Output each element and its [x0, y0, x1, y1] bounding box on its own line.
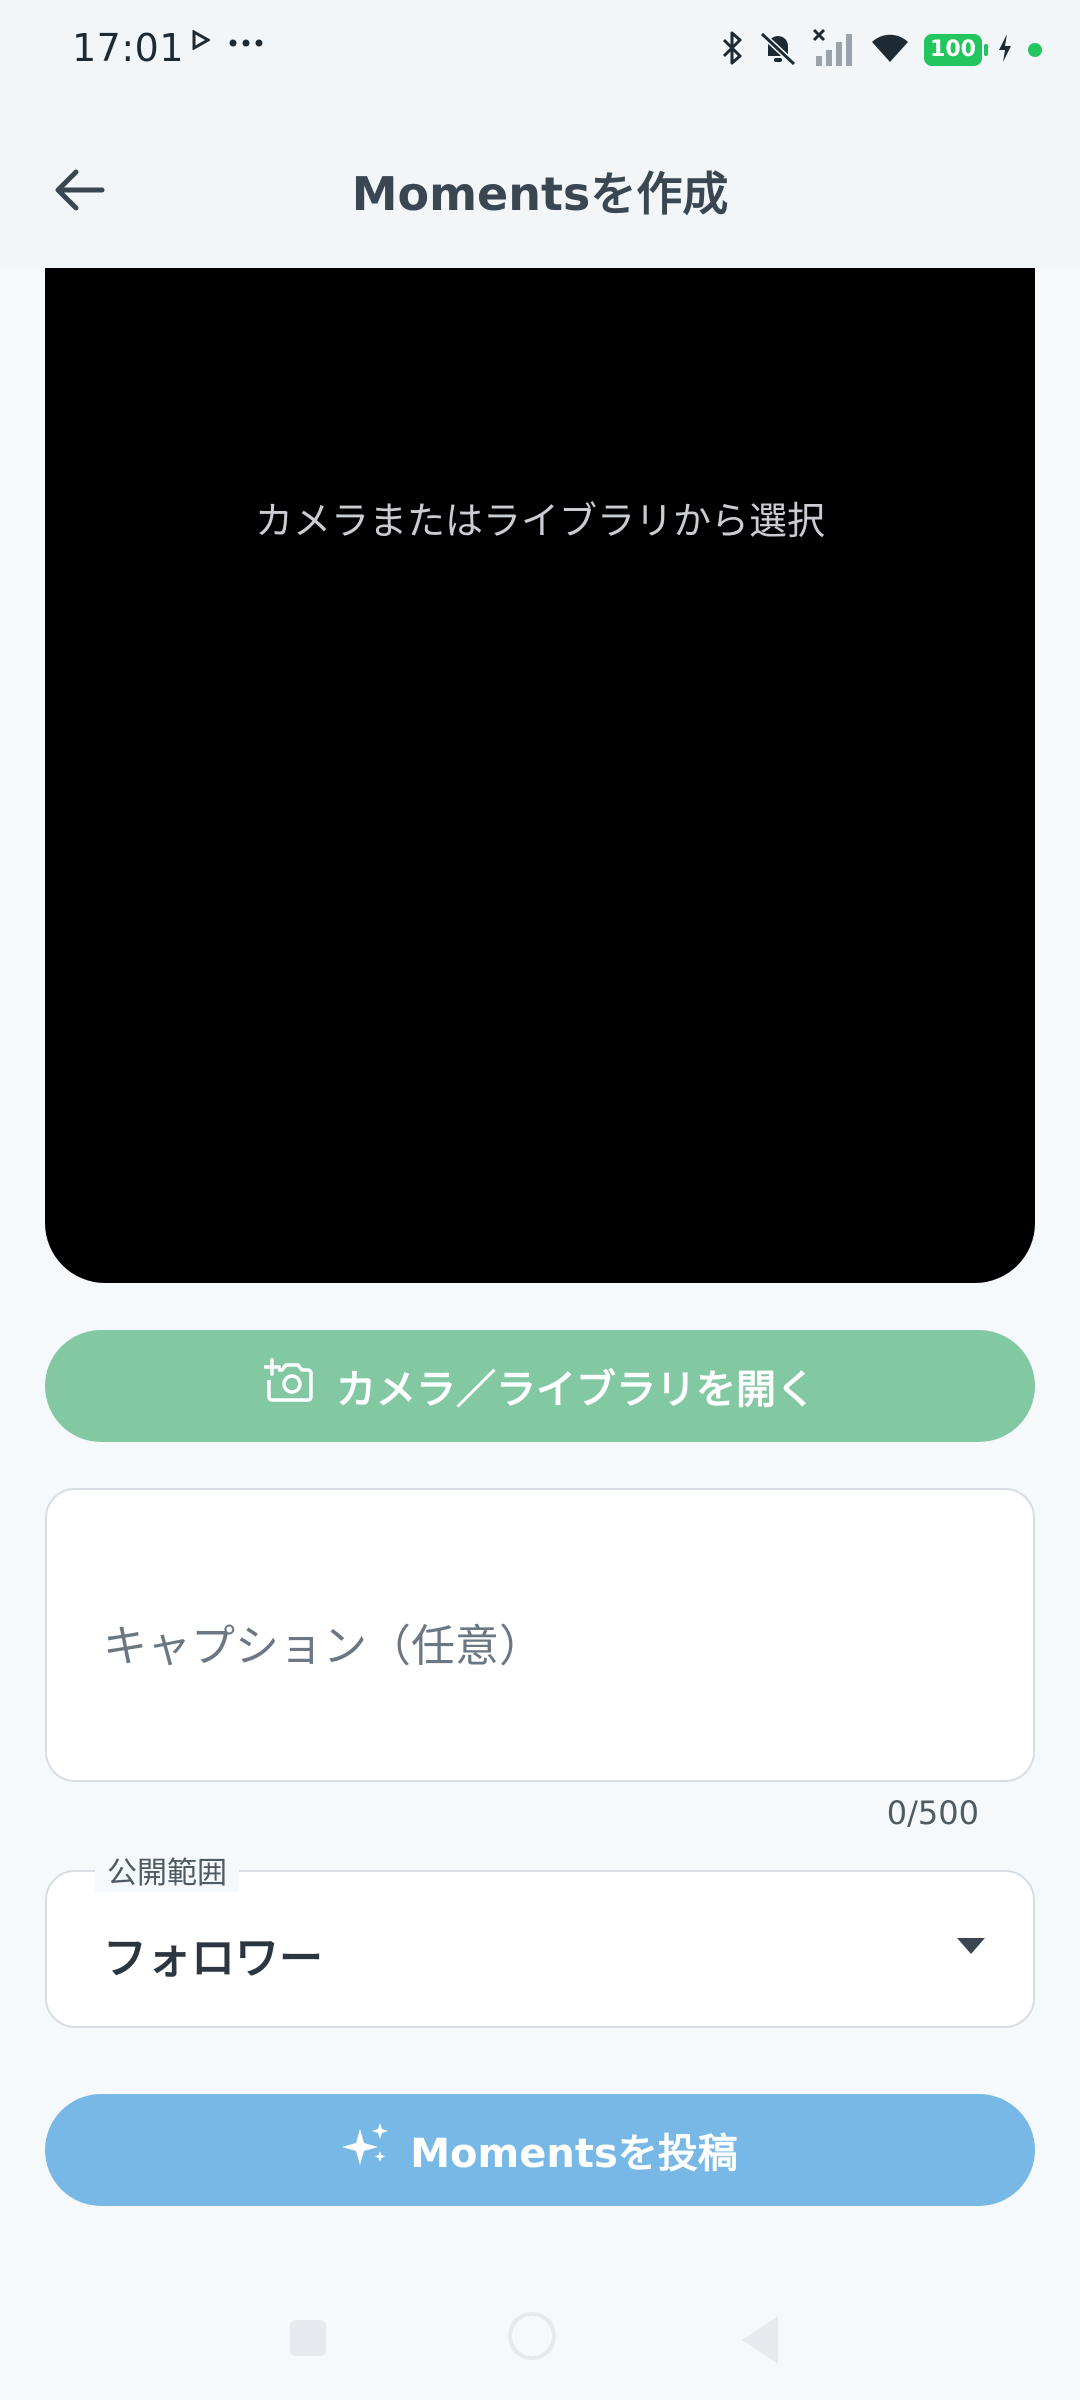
open-camera-library-button[interactable]: カメラ／ライブラリを開く	[45, 1330, 1035, 1442]
open-camera-label: カメラ／ライブラリを開く	[336, 1367, 816, 1413]
play-icon	[192, 29, 212, 54]
post-button-label: Momentsを投稿	[410, 2131, 738, 2177]
status-time: 17:01	[72, 26, 185, 70]
visibility-label: 公開範囲	[95, 1848, 239, 1892]
status-bar: 17:01 100	[0, 0, 1080, 100]
system-back-button[interactable]	[742, 2316, 778, 2364]
caption-input[interactable]: キャプション（任意）	[45, 1488, 1035, 1782]
recents-button[interactable]	[290, 2320, 326, 2356]
home-button[interactable]	[508, 2312, 556, 2360]
bluetooth-icon	[720, 30, 744, 70]
privacy-indicator-dot	[1028, 43, 1042, 57]
page-title: Momentsを作成	[351, 167, 729, 221]
camera-add-icon	[263, 1358, 314, 1414]
app-bar: Momentsを作成	[0, 100, 1080, 268]
post-moments-button[interactable]: Momentsを投稿	[45, 2094, 1035, 2206]
wifi-icon	[870, 32, 910, 68]
caption-placeholder: キャプション（任意）	[103, 1621, 543, 1672]
visibility-select[interactable]: 公開範囲 フォロワー	[45, 1848, 1035, 2028]
caption-char-counter: 0/500	[886, 1794, 979, 1832]
dropdown-arrow-icon	[957, 1938, 985, 1954]
battery-icon: 100	[924, 34, 988, 66]
system-nav-bar	[0, 2290, 1080, 2400]
more-icon	[228, 33, 264, 52]
preview-hint: カメラまたはライブラリから選択	[254, 499, 825, 543]
status-right-icons: 100	[720, 28, 1042, 72]
bell-muted-icon	[758, 30, 798, 70]
status-left-icons	[192, 29, 264, 54]
media-preview[interactable]: カメラまたはライブラリから選択	[45, 268, 1035, 1283]
signal-off-icon	[812, 28, 856, 72]
visibility-selected-value: フォロワー	[103, 1933, 323, 1984]
sparkles-icon	[342, 2121, 390, 2179]
charging-icon	[996, 32, 1014, 68]
